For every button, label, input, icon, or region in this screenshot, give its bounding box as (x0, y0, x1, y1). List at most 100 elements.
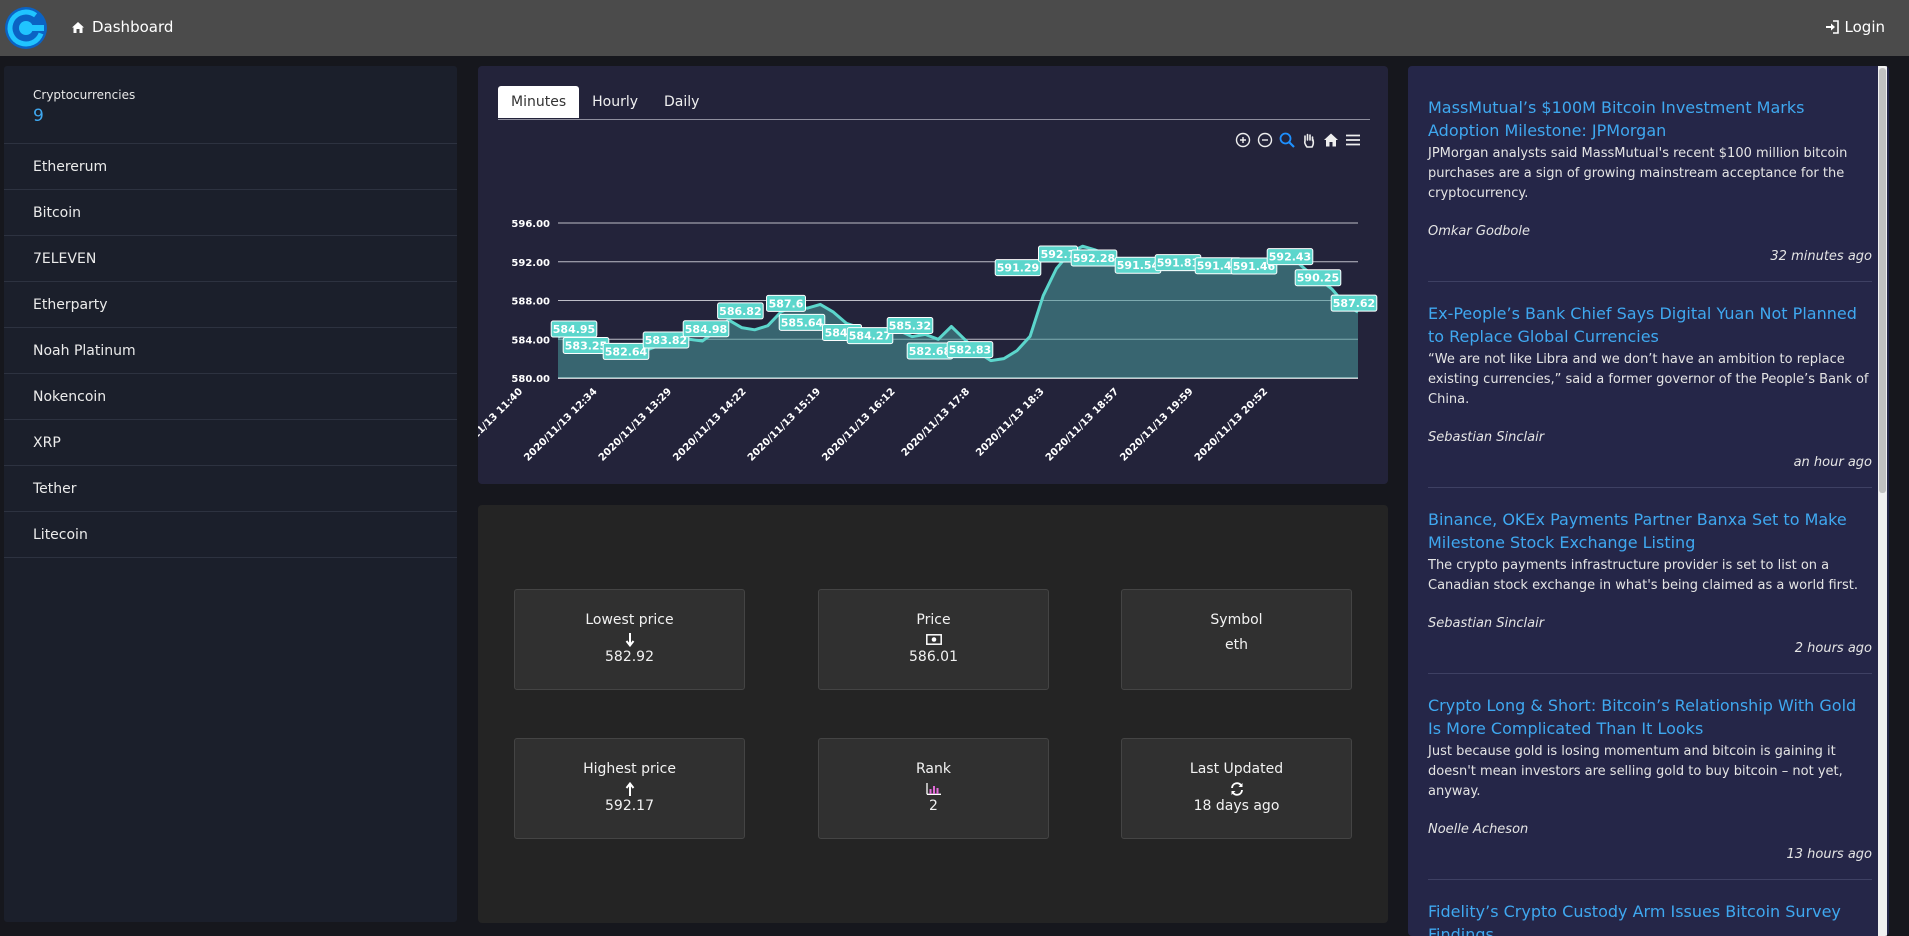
sidebar-item-etherparty[interactable]: Etherparty (4, 282, 457, 328)
x-tick-label: 2020/11/13 14:22 (671, 386, 748, 463)
news-list: MassMutual’s $100M Bitcoin Investment Ma… (1428, 96, 1872, 936)
data-label: 592.28 (1073, 252, 1115, 265)
data-label: 592.7 (1041, 248, 1076, 261)
stats-panel: Lowest price 582.92 Price 586.01 Symbol … (478, 505, 1388, 923)
sidebar-item-ethererum[interactable]: Ethererum (4, 144, 457, 190)
news-author: Omkar Godbole (1428, 224, 1530, 239)
news-title-link[interactable]: Ex-People’s Bank Chief Says Digital Yuan… (1428, 302, 1872, 348)
stat-rank-title: Rank (916, 761, 951, 777)
bar-chart-icon (925, 782, 941, 795)
nav-dashboard-label: Dashboard (92, 18, 174, 36)
chart-panel: Minutes Hourly Daily 596.00 592.00 588.00 5… (478, 66, 1388, 484)
stat-price-title: Price (916, 612, 951, 628)
sidebar-item-litecoin[interactable]: Litecoin (4, 512, 457, 558)
news-author: Noelle Acheson (1428, 822, 1529, 837)
y-tick-label: 596.00 (511, 219, 550, 230)
data-label: 591.81 (1157, 257, 1199, 270)
news-time: 32 minutes ago (1770, 249, 1872, 264)
scrollbar-thumb[interactable] (1879, 68, 1886, 493)
refresh-icon (1230, 781, 1243, 796)
data-label: 584.95 (553, 323, 595, 336)
data-label: 582.68 (909, 345, 951, 358)
price-chart: 596.00 592.00 588.00 584.00 580.00 584.95 583.… (478, 219, 1378, 464)
sidebar-item-nokencoin[interactable]: Nokencoin (4, 374, 457, 420)
data-label: 585.64 (781, 316, 824, 329)
stat-symbol: Symbol eth (1121, 589, 1352, 690)
sidebar-header: Cryptocurrencies 9 (4, 66, 457, 144)
stat-symbol-value: eth (1225, 637, 1248, 653)
news-author: Sebastian Sinclair (1428, 430, 1545, 445)
sidebar-item-label: Litecoin (33, 526, 88, 543)
app-logo[interactable] (2, 4, 50, 52)
news-title-link[interactable]: MassMutual’s $100M Bitcoin Investment Ma… (1428, 96, 1872, 142)
data-label: 584.27 (849, 330, 891, 343)
nav-login-link[interactable]: Login (1825, 18, 1885, 36)
data-label: 582.83 (949, 344, 991, 357)
stat-updated-value: 18 days ago (1193, 798, 1280, 814)
news-article: Binance, OKEx Payments Partner Banxa Set… (1428, 508, 1872, 674)
sidebar-item-bitcoin[interactable]: Bitcoin (4, 190, 457, 236)
sidebar-item-label: 7ELEVEN (33, 250, 97, 267)
sidebar-item-label: Nokencoin (33, 388, 107, 405)
news-description: JPMorgan analysts said MassMutual's rece… (1428, 146, 1848, 201)
stat-highest-value: 592.17 (605, 798, 654, 814)
data-label: 592.43 (1269, 251, 1311, 264)
x-tick-label: 2020/11/13 12:34 (522, 386, 599, 463)
news-title-link[interactable]: Fidelity’s Crypto Custody Arm Issues Bit… (1428, 900, 1872, 936)
data-label: 591.29 (997, 262, 1039, 275)
tab-minutes[interactable]: Minutes (498, 86, 580, 118)
crypto-count: 9 (33, 106, 44, 126)
news-author: Sebastian Sinclair (1428, 616, 1545, 631)
nav-dashboard-link[interactable]: Dashboard (71, 18, 173, 36)
news-article: MassMutual’s $100M Bitcoin Investment Ma… (1428, 96, 1872, 282)
stat-rank-value: 2 (929, 798, 938, 814)
arrow-down-icon (625, 632, 634, 647)
top-navbar: Dashboard Login (0, 0, 1909, 56)
stat-updated-title: Last Updated (1189, 761, 1284, 777)
sidebar-item-7eleven[interactable]: 7ELEVEN (4, 236, 457, 282)
sidebar-item-label: Bitcoin (33, 204, 82, 221)
stat-lowest-title: Lowest price (585, 612, 674, 628)
sidebar-item-noah-platinum[interactable]: Noah Platinum (4, 328, 457, 374)
news-time: 13 hours ago (1786, 847, 1872, 862)
data-label: 583.25 (565, 340, 607, 353)
data-label: 586.82 (719, 305, 761, 318)
tab-hourly[interactable]: Hourly (579, 86, 651, 118)
sidebar-item-label: XRP (33, 434, 61, 451)
login-icon (1825, 20, 1839, 34)
news-title-link[interactable]: Crypto Long & Short: Bitcoin’s Relations… (1428, 694, 1872, 740)
x-tick-label: 2020/11/13 13:29 (597, 386, 674, 463)
news-title-link[interactable]: Binance, OKEx Payments Partner Banxa Set… (1428, 508, 1872, 554)
x-tick-label: 2020/11/13 17:8 (900, 386, 972, 458)
stat-lowest-price: Lowest price 582.92 (514, 589, 745, 690)
data-label: 583.82 (645, 334, 687, 347)
sidebar-item-xrp[interactable]: XRP (4, 420, 457, 466)
news-article: Fidelity’s Crypto Custody Arm Issues Bit… (1428, 900, 1872, 936)
money-icon (925, 634, 942, 645)
stat-lowest-value: 582.92 (605, 649, 654, 665)
stat-symbol-title: Symbol (1210, 612, 1263, 628)
news-scrollbar[interactable] (1878, 66, 1887, 936)
sidebar-item-label: Ethererum (33, 158, 108, 175)
news-description: Just because gold is losing momentum and… (1428, 744, 1843, 799)
news-description: The crypto payments infrastructure provi… (1428, 558, 1858, 593)
data-label: 582.64 (605, 345, 648, 358)
sidebar-item-label: Tether (33, 480, 77, 497)
news-time: an hour ago (1793, 455, 1872, 470)
news-description: “We are not like Libra and we don’t have… (1428, 352, 1869, 407)
data-label: 590.25 (1297, 272, 1339, 285)
x-tick-label: 2020/11/13 18:57 (1044, 386, 1121, 463)
stat-rank: Rank 2 (818, 738, 1049, 839)
sidebar-header-label: Cryptocurrencies (33, 88, 136, 102)
x-tick-label: 2020/11/13 18:3 (974, 386, 1046, 458)
y-tick-label: 588.00 (511, 297, 550, 308)
news-article: Crypto Long & Short: Bitcoin’s Relations… (1428, 694, 1872, 880)
chart-tabs: Minutes Hourly Daily (498, 86, 1370, 120)
news-time: 2 hours ago (1794, 641, 1872, 656)
x-tick-label: 2020/11/13 20:52 (1193, 386, 1270, 463)
sidebar-item-tether[interactable]: Tether (4, 466, 457, 512)
tab-daily[interactable]: Daily (651, 86, 712, 118)
sidebar-item-label: Etherparty (33, 296, 108, 313)
news-panel: MassMutual’s $100M Bitcoin Investment Ma… (1408, 66, 1889, 936)
sidebar-item-label: Noah Platinum (33, 342, 136, 359)
